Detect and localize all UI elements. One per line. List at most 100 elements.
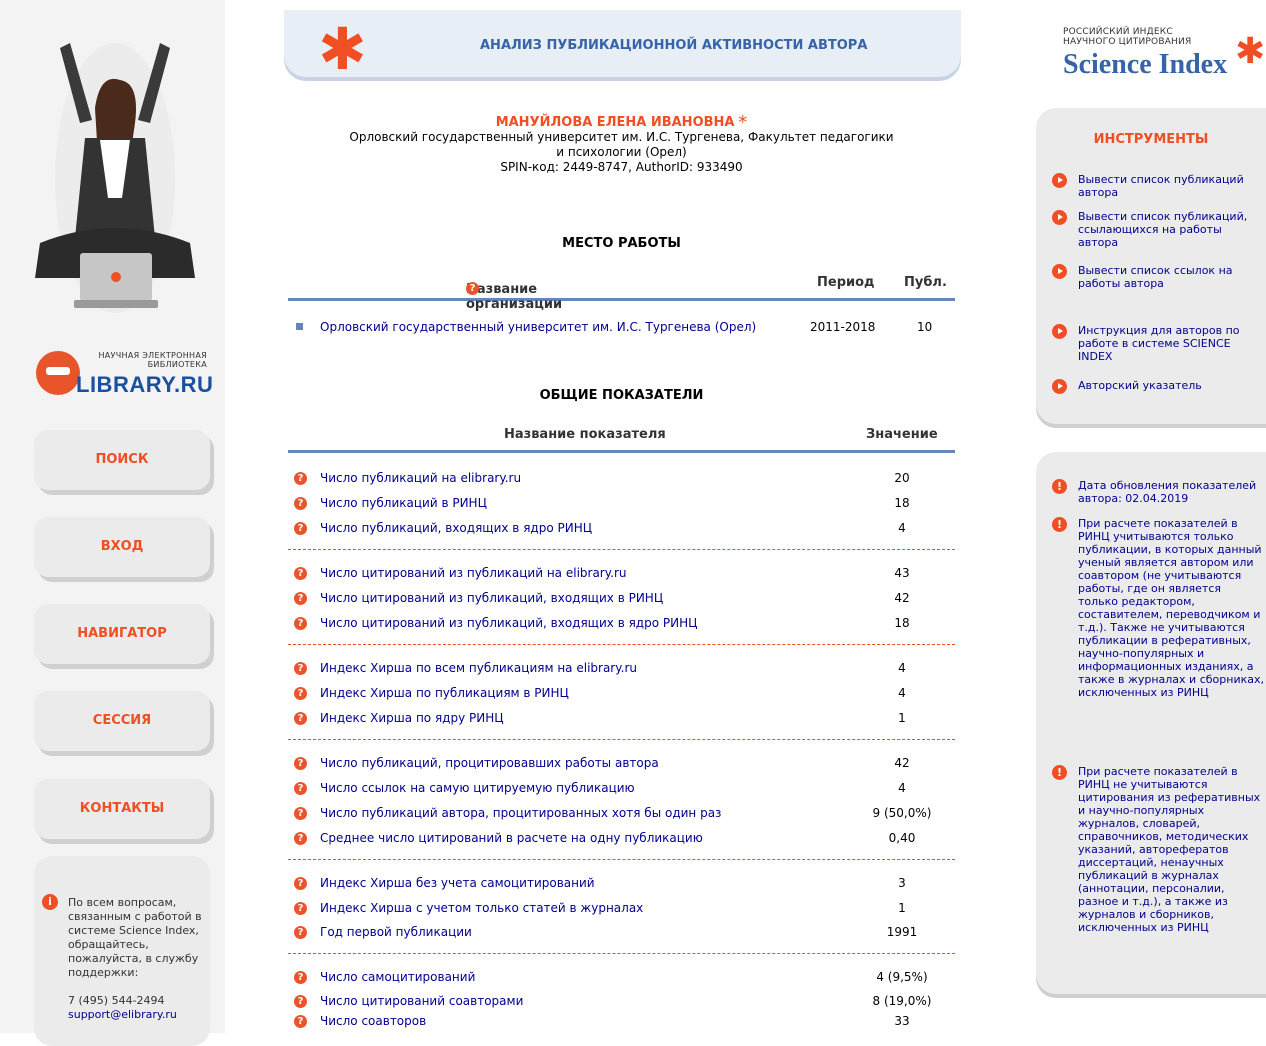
row-separator bbox=[288, 739, 955, 740]
indicator-label[interactable]: Индекс Хирша по всем публикациям на elib… bbox=[320, 661, 637, 675]
workplace-period: 2011-2018 bbox=[810, 320, 876, 334]
indicator-value: 4 bbox=[898, 661, 906, 675]
help-icon[interactable]: ? bbox=[294, 877, 307, 890]
workplace-org-link[interactable]: Орловский государственный университет им… bbox=[320, 320, 756, 334]
indicator-label[interactable]: Число публикаций, процитировавших работы… bbox=[320, 756, 659, 770]
indicator-label[interactable]: Число цитирований соавторами bbox=[320, 994, 523, 1008]
help-icon[interactable]: ? bbox=[294, 971, 307, 984]
nav-session-button[interactable]: СЕССИЯ bbox=[34, 691, 210, 751]
indicator-value: 42 bbox=[894, 591, 910, 605]
left-sidebar: НАУЧНАЯ ЭЛЕКТРОННАЯ БИБЛИОТЕКА LIBRARY.R… bbox=[0, 0, 225, 1046]
help-icon[interactable]: ? bbox=[294, 662, 307, 675]
indicator-value: 1991 bbox=[886, 925, 918, 939]
elibrary-logo-subtitle: НАУЧНАЯ ЭЛЕКТРОННАЯ БИБЛИОТЕКА bbox=[98, 351, 207, 369]
indicator-label[interactable]: Число самоцитирований bbox=[320, 970, 475, 984]
author-ids: SPIN-код: 2449-8747, AuthorID: 933490 bbox=[500, 160, 743, 174]
help-icon[interactable]: ? bbox=[294, 926, 307, 939]
indicator-label[interactable]: Число публикаций, входящих в ядро РИНЦ bbox=[320, 521, 592, 535]
nav-search-button[interactable]: ПОИСК bbox=[34, 430, 210, 490]
indicator-label[interactable]: Число цитирований из публикаций, входящи… bbox=[320, 616, 697, 630]
indicator-label[interactable]: Индекс Хирша по ядру РИНЦ bbox=[320, 711, 504, 725]
help-icon[interactable]: ? bbox=[294, 617, 307, 630]
help-icon[interactable]: ? bbox=[466, 282, 479, 295]
indicator-value: 1 bbox=[898, 901, 906, 915]
col-name-header: Название показателя bbox=[504, 427, 666, 442]
indicator-row: ? Число соавторов 33 bbox=[292, 1011, 952, 1033]
workplace-row: Орловский государственный университет им… bbox=[292, 318, 952, 338]
indicator-label[interactable]: Число цитирований из публикаций на elibr… bbox=[320, 566, 627, 580]
tool-link[interactable]: Вывести список ссылок на работы автора bbox=[1078, 264, 1264, 290]
indicator-row: ? Число публикаций автора, процитированны… bbox=[292, 803, 952, 825]
tool-link[interactable]: Вывести список публикаций автора bbox=[1078, 173, 1264, 199]
help-icon[interactable]: ? bbox=[294, 712, 307, 725]
support-email-link[interactable]: support@elibrary.ru bbox=[68, 1008, 177, 1021]
elibrary-logo[interactable]: НАУЧНАЯ ЭЛЕКТРОННАЯ БИБЛИОТЕКА LIBRARY.R… bbox=[36, 345, 214, 400]
arrow-right-icon bbox=[1052, 210, 1067, 225]
indicator-label[interactable]: Число ссылок на самую цитируемую публика… bbox=[320, 781, 635, 795]
indicator-label[interactable]: Индекс Хирша без учета самоцитирований bbox=[320, 876, 595, 890]
tool-link[interactable]: Вывести список публикаций, ссылающихся н… bbox=[1078, 210, 1264, 249]
indicator-label[interactable]: Индекс Хирша с учетом только статей в жу… bbox=[320, 901, 643, 915]
nav-navigator-button[interactable]: НАВИГАТОР bbox=[34, 604, 210, 664]
row-separator bbox=[288, 549, 955, 550]
note-text: При расчете показателей в РИНЦ учитывают… bbox=[1078, 517, 1264, 699]
indicator-row: ? Число самоцитирований 4 (9,5%) bbox=[292, 967, 952, 989]
indicator-row: ? Число цитирований из публикаций, входящ… bbox=[292, 613, 952, 635]
row-separator bbox=[288, 644, 955, 645]
help-icon[interactable]: ? bbox=[294, 782, 307, 795]
indicator-row: ? Индекс Хирша по всем публикациям на eli… bbox=[292, 658, 952, 680]
indicator-row: ? Число цитирований из публикаций на elib… bbox=[292, 563, 952, 585]
arrow-right-icon bbox=[1052, 264, 1067, 279]
help-icon[interactable]: ? bbox=[294, 1015, 307, 1028]
help-icon[interactable]: ? bbox=[294, 567, 307, 580]
indicator-label[interactable]: Число цитирований из публикаций, входящи… bbox=[320, 591, 663, 605]
indicator-label[interactable]: Среднее число цитирований в расчете на о… bbox=[320, 831, 703, 845]
indicator-row: ? Число публикаций в РИНЦ 18 bbox=[292, 493, 952, 515]
indicator-label[interactable]: Число публикаций автора, процитированных… bbox=[320, 806, 721, 820]
tool-link[interactable]: Авторский указатель bbox=[1078, 379, 1264, 392]
help-icon[interactable]: ? bbox=[294, 687, 307, 700]
indicator-value: 1 bbox=[898, 711, 906, 725]
help-icon[interactable]: ? bbox=[294, 497, 307, 510]
indicator-value: 18 bbox=[894, 616, 910, 630]
indicator-row: ? Индекс Хирша без учета самоцитирований 3 bbox=[292, 873, 952, 895]
indicator-row: ? Число публикаций на elibrary.ru 20 bbox=[292, 468, 952, 490]
col-value-header: Значение bbox=[866, 427, 938, 442]
help-icon[interactable]: ? bbox=[294, 902, 307, 915]
nav-login-button[interactable]: ВХОД bbox=[34, 517, 210, 577]
row-separator bbox=[288, 953, 955, 954]
science-index-line2: НАУЧНОГО ЦИТИРОВАНИЯ bbox=[1063, 37, 1192, 47]
indicator-row: ? Индекс Хирша с учетом только статей в ж… bbox=[292, 898, 952, 920]
bullet-icon bbox=[296, 323, 303, 330]
support-box: i По всем вопросам, связанным с работой … bbox=[34, 856, 210, 1046]
help-icon[interactable]: ? bbox=[294, 832, 307, 845]
author-name: МАНУЙЛОВА ЕЛЕНА ИВАНОВНА bbox=[495, 115, 735, 130]
help-icon[interactable]: ? bbox=[294, 757, 307, 770]
note-text: При расчете показателей в РИНЦ не учитыв… bbox=[1078, 765, 1261, 934]
science-index-word: Science Index bbox=[1063, 49, 1228, 80]
indicator-value: 0,40 bbox=[888, 831, 916, 845]
nav-contacts-button[interactable]: КОНТАКТЫ bbox=[34, 779, 210, 839]
tool-link[interactable]: Инструкция для авторов по работе в систе… bbox=[1078, 324, 1264, 363]
indicator-row: ? Индекс Хирша по ядру РИНЦ 1 bbox=[292, 708, 952, 730]
col-period-header: Период bbox=[817, 275, 875, 290]
arrow-right-icon bbox=[1052, 173, 1067, 188]
indicator-row: ? Среднее число цитирований в расчете на … bbox=[292, 828, 952, 850]
indicator-row: ? Год первой публикации 1991 bbox=[292, 922, 952, 944]
indicator-label[interactable]: Год первой публикации bbox=[320, 925, 472, 939]
help-icon[interactable]: ? bbox=[294, 807, 307, 820]
elibrary-logo-word: LIBRARY.RU bbox=[76, 372, 214, 397]
indicator-label[interactable]: Индекс Хирша по публикациям в РИНЦ bbox=[320, 686, 569, 700]
indicators-title: ОБЩИЕ ПОКАЗАТЕЛИ bbox=[539, 388, 704, 403]
help-icon[interactable]: ? bbox=[294, 592, 307, 605]
notes-panel: ! Дата обновления показателей автора: 02.… bbox=[1036, 452, 1266, 994]
indicator-row: ? Число цитирований из публикаций, входящ… bbox=[292, 588, 952, 610]
help-icon[interactable]: ? bbox=[294, 522, 307, 535]
help-icon[interactable]: ? bbox=[294, 472, 307, 485]
indicator-label[interactable]: Число публикаций в РИНЦ bbox=[320, 496, 487, 510]
indicator-label[interactable]: Число публикаций на elibrary.ru bbox=[320, 471, 521, 485]
science-index-logo[interactable]: РОССИЙСКИЙ ИНДЕКС НАУЧНОГО ЦИТИРОВАНИЯ S… bbox=[1063, 27, 1265, 87]
help-icon[interactable]: ? bbox=[294, 995, 307, 1008]
science-index-line1: РОССИЙСКИЙ ИНДЕКС bbox=[1063, 27, 1173, 37]
indicator-label[interactable]: Число соавторов bbox=[320, 1014, 426, 1028]
